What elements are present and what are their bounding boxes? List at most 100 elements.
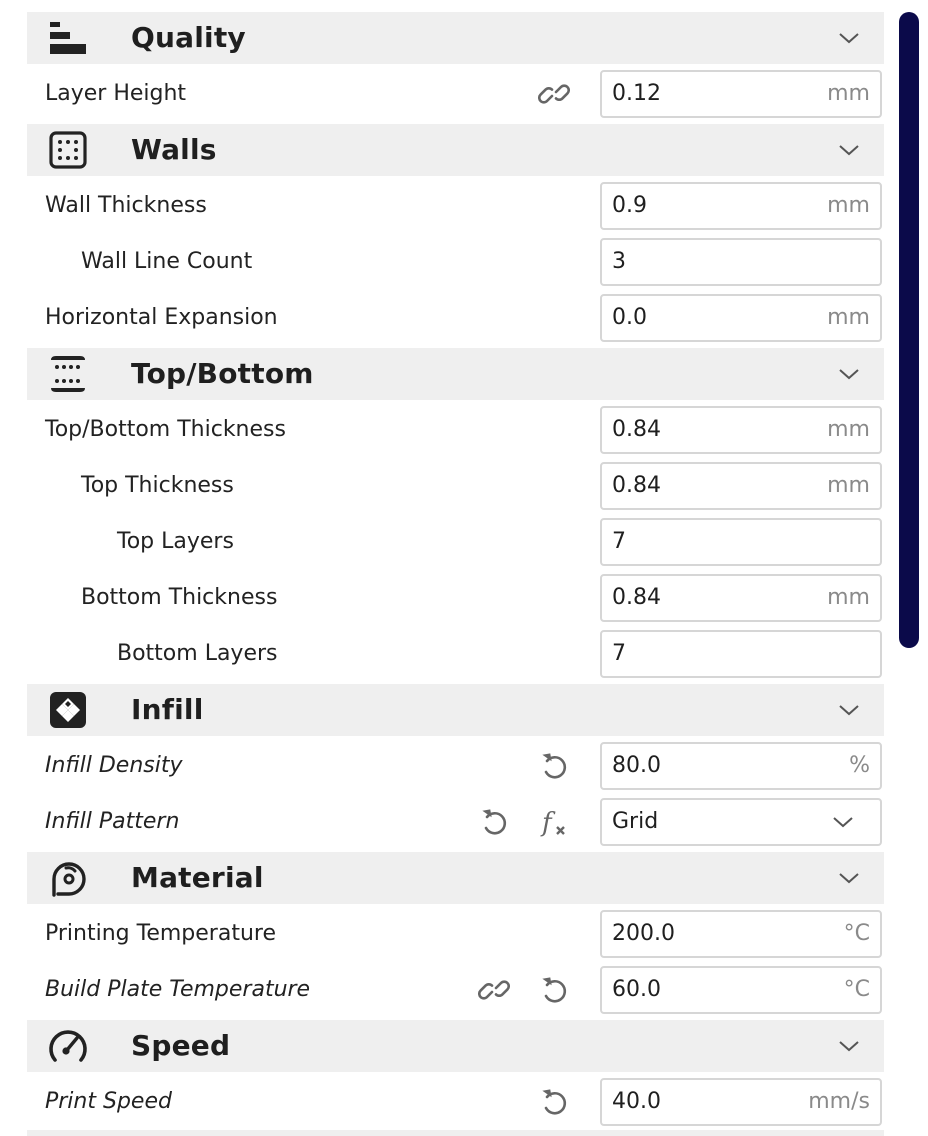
field-value: 0.12 [612, 81, 661, 106]
field-unit: % [849, 753, 870, 778]
setting-row-horizontal-expansion: Horizontal Expansion 0.0 mm [27, 290, 884, 346]
link-icon[interactable] [478, 974, 510, 1006]
field-value: Grid [612, 809, 659, 834]
top-bottom-icon [45, 356, 91, 392]
quality-icon [45, 20, 91, 56]
infill-density-input[interactable]: 80.0 % [600, 742, 882, 790]
top-layers-input[interactable]: 7 [600, 518, 882, 566]
setting-row-bottom-thickness: Bottom Thickness 0.84 mm [27, 570, 884, 626]
field-unit: mm [827, 193, 870, 218]
setting-label: Top/Bottom Thickness [45, 417, 286, 442]
layer-height-input[interactable]: 0.12 mm [600, 70, 882, 118]
reset-icon[interactable] [538, 974, 570, 1006]
setting-row-top-bottom-thickness: Top/Bottom Thickness 0.84 mm [27, 402, 884, 458]
wall-thickness-input[interactable]: 0.9 mm [600, 182, 882, 230]
setting-row-layer-height: Layer Height 0.12 mm [27, 66, 884, 122]
setting-label: Printing Temperature [45, 921, 276, 946]
function-icon[interactable]: f [538, 806, 570, 838]
top-bottom-thickness-input[interactable]: 0.84 mm [600, 406, 882, 454]
setting-label: Infill Density [45, 753, 183, 778]
setting-label: Build Plate Temperature [45, 977, 311, 1002]
setting-label: Bottom Layers [117, 641, 278, 666]
field-value: 3 [612, 249, 626, 274]
bottom-layers-input[interactable]: 7 [600, 630, 882, 678]
field-value: 60.0 [612, 977, 661, 1002]
reset-icon[interactable] [538, 750, 570, 782]
field-value: 7 [612, 529, 626, 554]
field-value: 80.0 [612, 753, 661, 778]
field-value: 200.0 [612, 921, 675, 946]
category-header-top-bottom[interactable]: Top/Bottom [27, 348, 884, 400]
category-header-infill[interactable]: Infill [27, 684, 884, 736]
reset-icon[interactable] [478, 806, 510, 838]
setting-label: Infill Pattern [45, 809, 180, 834]
field-value: 0.84 [612, 585, 661, 610]
material-icon [45, 860, 91, 897]
category-header-material[interactable]: Material [27, 852, 884, 904]
setting-row-bottom-layers: Bottom Layers 7 [27, 626, 884, 682]
category-title: Quality [131, 21, 246, 54]
setting-row-wall-line-count: Wall Line Count 3 [27, 234, 884, 290]
top-thickness-input[interactable]: 0.84 mm [600, 462, 882, 510]
category-header-speed[interactable]: Speed [27, 1020, 884, 1072]
category-title: Top/Bottom [131, 357, 314, 390]
setting-row-top-layers: Top Layers 7 [27, 514, 884, 570]
field-unit: mm/s [808, 1089, 870, 1114]
bottom-thickness-input[interactable]: 0.84 mm [600, 574, 882, 622]
category-title: Infill [131, 693, 204, 726]
svg-text:f: f [540, 808, 556, 838]
category-header-walls[interactable]: Walls [27, 124, 884, 176]
field-unit: mm [827, 81, 870, 106]
wall-line-count-input[interactable]: 3 [600, 238, 882, 286]
field-unit: °C [843, 921, 870, 946]
category-title: Speed [131, 1029, 231, 1062]
chevron-down-icon[interactable] [838, 28, 860, 48]
infill-icon [45, 692, 91, 728]
print-speed-input[interactable]: 40.0 mm/s [600, 1078, 882, 1126]
speed-icon [45, 1028, 91, 1064]
chevron-down-icon[interactable] [838, 140, 860, 160]
setting-row-wall-thickness: Wall Thickness 0.9 mm [27, 178, 884, 234]
field-unit: mm [827, 305, 870, 330]
chevron-down-icon [833, 817, 853, 828]
build-plate-temperature-input[interactable]: 60.0 °C [600, 966, 882, 1014]
field-unit: mm [827, 585, 870, 610]
setting-label: Top Thickness [81, 473, 234, 498]
setting-row-top-thickness: Top Thickness 0.84 mm [27, 458, 884, 514]
setting-row-print-speed: Print Speed 40.0 mm/s [27, 1074, 884, 1130]
setting-label: Print Speed [45, 1089, 172, 1114]
setting-label: Horizontal Expansion [45, 305, 278, 330]
category-header-quality[interactable]: Quality [27, 12, 884, 64]
field-value: 0.9 [612, 193, 647, 218]
link-icon[interactable] [538, 78, 570, 110]
vertical-scrollbar[interactable] [899, 12, 919, 648]
chevron-down-icon[interactable] [838, 1036, 860, 1056]
setting-label: Top Layers [117, 529, 234, 554]
horizontal-expansion-input[interactable]: 0.0 mm [600, 294, 882, 342]
infill-pattern-dropdown[interactable]: Grid [600, 798, 882, 846]
setting-label: Wall Line Count [81, 249, 253, 274]
field-unit: mm [827, 417, 870, 442]
category-title: Material [131, 861, 264, 894]
print-settings-panel: Quality Layer Height 0.12 mm Walls Wall … [0, 0, 928, 1136]
field-value: 7 [612, 641, 626, 666]
setting-label: Bottom Thickness [81, 585, 278, 610]
field-value: 0.84 [612, 417, 661, 442]
reset-icon[interactable] [538, 1086, 570, 1118]
field-value: 40.0 [612, 1089, 661, 1114]
chevron-down-icon[interactable] [838, 700, 860, 720]
next-category-header-partial [27, 1130, 884, 1136]
category-title: Walls [131, 133, 217, 166]
setting-row-printing-temperature: Printing Temperature 200.0 °C [27, 906, 884, 962]
setting-label: Layer Height [45, 81, 187, 106]
field-value: 0.84 [612, 473, 661, 498]
setting-label: Wall Thickness [45, 193, 207, 218]
walls-icon [45, 131, 91, 169]
field-unit: °C [843, 977, 870, 1002]
chevron-down-icon[interactable] [838, 364, 860, 384]
setting-row-infill-pattern: Infill Pattern f Grid [27, 794, 884, 850]
chevron-down-icon[interactable] [838, 868, 860, 888]
setting-row-infill-density: Infill Density 80.0 % [27, 738, 884, 794]
printing-temperature-input[interactable]: 200.0 °C [600, 910, 882, 958]
setting-row-build-plate-temperature: Build Plate Temperature 60.0 °C [27, 962, 884, 1018]
